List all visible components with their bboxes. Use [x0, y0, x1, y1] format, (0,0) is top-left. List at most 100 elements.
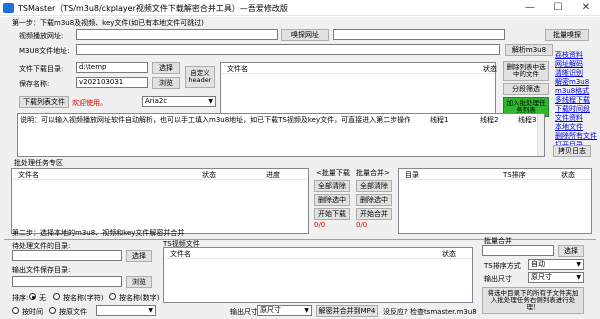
save-name-label: 保存名称: [19, 80, 50, 88]
video-url-label: 视频播放网址: [19, 32, 64, 40]
delete-selected-merge-button[interactable]: 删除选中 [356, 194, 392, 206]
thread2-label: 线程2 [480, 116, 499, 124]
output-size-label: 输出尺寸 [230, 308, 258, 316]
copy-log-button[interactable]: 拷贝日志 [553, 145, 591, 157]
col-filename: 文件名 [18, 171, 39, 179]
batch-list-header: 文件名 状态 进度 [12, 169, 308, 180]
ts-order-label: TS排序方式 [484, 262, 521, 270]
browse-output-dir-button[interactable]: 浏览 [126, 276, 152, 288]
chevron-down-icon: ▼ [576, 274, 581, 281]
sniff-button[interactable]: 嗅探网址 [281, 29, 329, 41]
batch-add-subfolders-button[interactable]: 将选中目录下的所有子文件夹加入批处理任务右侧列表进行处理！ [482, 287, 584, 314]
info-text: 说明：可以输入视频播放网址软件自动解析，也可以手工填入m3u8地址，如已下载TS… [20, 116, 410, 124]
close-icon[interactable]: ✕ [572, 0, 600, 16]
downloader-value: Aria2c [145, 97, 168, 105]
download-counter: 0/0 [314, 221, 326, 229]
start-merge-button[interactable]: 开始合并 [356, 208, 392, 220]
log-box[interactable]: 说明：可以输入视频播放网址软件自动解析，也可以手工填入m3u8地址，如已下载TS… [17, 113, 545, 157]
sort-none-radio[interactable] [29, 293, 36, 300]
batch-merge-label: 批量合并> [356, 169, 390, 177]
choose-dir-button[interactable]: 选择 [152, 62, 180, 74]
col-status: 状态 [483, 65, 497, 73]
m3u8-address-input[interactable] [76, 44, 500, 55]
batch-download-label: <批量下载 [316, 169, 350, 177]
choose-pending-dir-button[interactable]: 选择 [126, 250, 152, 262]
merge-list-header: 目录 TS排序 状态 [399, 169, 591, 180]
sort-none-label: 无 [39, 294, 46, 302]
batch-output-size-value: 原尺寸 [531, 273, 552, 281]
chevron-down-icon: ▼ [304, 307, 309, 314]
download-list-button[interactable]: 下载列表文件 [19, 96, 69, 108]
decrypt-merge-button[interactable]: 解密并合并到MP4 [316, 305, 378, 317]
clear-all-merge-button[interactable]: 全部清除 [356, 180, 392, 192]
minimize-icon[interactable]: — [516, 0, 544, 16]
batch-header: 批处理任务专区 [14, 159, 63, 167]
browse-button[interactable]: 浏览 [152, 77, 180, 89]
main-window: 第一步：下载m3u8及视频、key文件(如已有本地文件可跳过) 视频播放网址: … [0, 17, 600, 319]
batch-sniff-button[interactable]: 批量嗅探 [545, 29, 589, 41]
ts-list-header: 文件名 状态 [164, 248, 472, 259]
save-name-input[interactable]: v20210303​1 [76, 77, 148, 88]
file-list-header: 文件名 状态 [221, 63, 497, 74]
segment-filter-button[interactable]: 分段筛选 [503, 83, 549, 95]
col-status: 状态 [202, 171, 216, 179]
chevron-down-icon: ▼ [208, 98, 213, 105]
sort-label: 排序: [12, 294, 29, 302]
output-size-value: 原尺寸 [260, 306, 281, 314]
order-select[interactable]: ▼ [96, 305, 156, 316]
batch-output-size-label: 输出尺寸 [484, 275, 512, 283]
batch-merge-choose-button[interactable]: 选择 [558, 245, 584, 257]
downloader-select[interactable]: Aria2c ▼ [142, 96, 216, 107]
app-icon [3, 3, 14, 13]
col-filename: 文件名 [227, 65, 248, 73]
step2-header: 第二步：选择本地的m3u8、视频和key文件解密并合并 [12, 229, 185, 237]
maximize-icon[interactable]: ☐ [544, 0, 572, 16]
welcome-text: 欢迎使用。 [72, 99, 107, 107]
order-time-label: 按时间 [22, 308, 43, 316]
step1-header: 第一步：下载m3u8及视频、key文件(如已有本地文件可跳过) [12, 19, 204, 27]
sort-name-char-radio[interactable] [53, 293, 60, 300]
sort-name-num-label: 按名称(数字) [119, 294, 160, 302]
col-progress: 进度 [266, 171, 280, 179]
chevron-down-icon: ▼ [576, 261, 581, 268]
title-bar: TSMaster（TS/m3u8/ckplayer视频文件下载解密合并工具）—吾… [0, 0, 600, 16]
ts-order-value: 自动 [531, 260, 545, 268]
ts-order-select[interactable]: 自动 ▼ [528, 259, 584, 270]
col-filename: 文件名 [170, 250, 191, 258]
col-dir: 目录 [405, 171, 419, 179]
delete-selected-download-button[interactable]: 删除选中 [314, 194, 350, 206]
col-status: 状态 [561, 171, 575, 179]
window-title: TSMaster（TS/m3u8/ckplayer视频文件下载解密合并工具）—吾… [18, 4, 288, 13]
order-time-radio[interactable] [12, 307, 19, 314]
video-url-input[interactable] [76, 29, 278, 40]
batch-merge-list[interactable]: 目录 TS排序 状态 [398, 168, 592, 234]
sort-name-num-radio[interactable] [109, 293, 116, 300]
order-original-label: 按原文件 [59, 308, 87, 316]
chevron-down-icon: ▼ [148, 307, 153, 314]
m3u8-address-label: M3U8文件地址: [19, 47, 70, 55]
ts-file-list[interactable]: 文件名 状态 [163, 247, 473, 303]
no-response-text: 没反应? 检查tsmaster.m3u8 [383, 308, 477, 316]
start-download-button[interactable]: 开始下载 [314, 208, 350, 220]
col-status: 状态 [442, 250, 456, 258]
parse-m3u8-button[interactable]: 解析m3u8 [505, 44, 553, 56]
batch-output-size-select[interactable]: 原尺寸 ▼ [528, 272, 584, 283]
log-scrollbar[interactable] [537, 114, 544, 156]
order-original-radio[interactable] [49, 307, 56, 314]
batch-merge-dir-input[interactable] [482, 245, 554, 256]
sort-name-char-label: 按名称(字符) [63, 294, 104, 302]
pending-dir-input[interactable] [12, 250, 122, 261]
thread1-label: 线程1 [430, 116, 449, 124]
col-ts-order: TS排序 [503, 171, 526, 179]
thread3-label: 线程3 [518, 116, 537, 124]
batch-download-list[interactable]: 文件名 状态 进度 [11, 168, 309, 234]
download-dir-input[interactable]: d:\temp [76, 62, 148, 73]
sniff-result-input[interactable] [333, 29, 505, 40]
merge-counter: 0/0 [356, 221, 368, 229]
custom-header-button[interactable]: 自定义header [185, 66, 215, 88]
output-size-select[interactable]: 原尺寸 ▼ [257, 305, 312, 316]
output-dir-input[interactable] [12, 276, 122, 287]
clear-all-download-button[interactable]: 全部清除 [314, 180, 350, 192]
download-dir-label: 文件下载目录: [19, 65, 64, 73]
delete-selected-files-button[interactable]: 删除列表中选中的文件 [503, 61, 549, 81]
